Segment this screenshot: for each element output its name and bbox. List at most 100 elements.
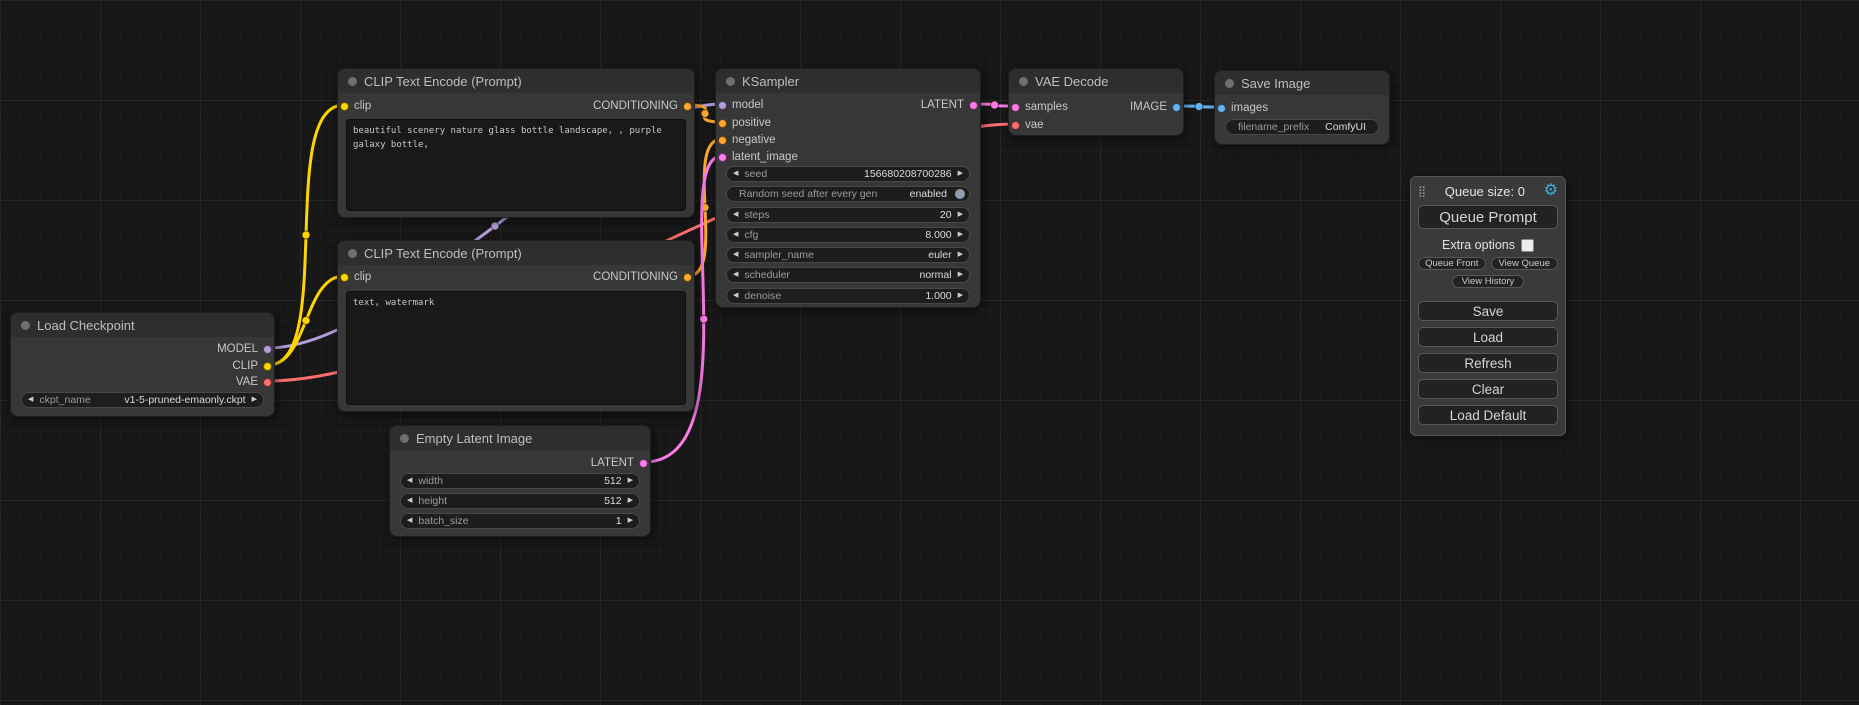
input-port-clip[interactable] [340,273,349,282]
widget-value: 512 [604,495,622,507]
extra-options-checkbox[interactable] [1521,239,1534,252]
input-port-positive[interactable] [718,119,727,128]
input-port-latent_image[interactable] [718,153,727,162]
widget-steps[interactable]: ◀steps20▶ [726,207,970,223]
input-port-label: latent_image [732,149,798,165]
node-title-bar[interactable]: Empty Latent Image [390,426,650,450]
load-default-button[interactable]: Load Default [1418,405,1558,425]
load-button[interactable]: Load [1418,327,1558,347]
output-port-IMAGE[interactable] [1172,103,1181,112]
input-port-model[interactable] [718,101,727,110]
widget-sampler_name[interactable]: ◀sampler_nameeuler▶ [726,247,970,263]
widget-filename_prefix[interactable]: filename_prefixComfyUI [1225,119,1379,135]
queue-panel-header: ⣿ Queue size: 0 ⚙ [1418,181,1558,201]
widget-width[interactable]: ◀width512▶ [400,473,640,489]
node-status-dot-icon [1225,79,1234,88]
input-port-negative[interactable] [718,136,727,145]
widget-decrement-icon[interactable]: ◀ [407,493,412,509]
widget-random-seed-after-every-gen[interactable]: Random seed after every genenabled [726,186,970,202]
node-title-bar[interactable]: Save Image [1215,71,1389,95]
widget-seed[interactable]: ◀seed156680208700286▶ [726,166,970,182]
node-title-bar[interactable]: Load Checkpoint [11,313,274,337]
widget-increment-icon[interactable]: ▶ [958,227,963,243]
node-ksampler[interactable]: KSamplermodelpositivenegativelatent_imag… [715,68,981,308]
output-port-MODEL[interactable] [263,345,272,354]
widget-cfg[interactable]: ◀cfg8.000▶ [726,227,970,243]
widget-label: Random seed after every gen [739,188,877,200]
widget-denoise[interactable]: ◀denoise1.000▶ [726,288,970,304]
input-port-images[interactable] [1217,104,1226,113]
output-port-label: LATENT [921,97,964,113]
settings-gear-icon[interactable]: ⚙ [1544,183,1558,199]
widget-increment-icon[interactable]: ▶ [628,473,633,489]
view-queue-button[interactable]: View Queue [1491,257,1559,270]
node-clip-encode-positive[interactable]: CLIP Text Encode (Prompt)clipCONDITIONIN… [337,68,695,218]
node-title-bar[interactable]: KSampler [716,69,980,93]
widget-ckpt_name[interactable]: ◀ckpt_namev1-5-pruned-emaonly.ckpt▶ [21,392,264,408]
widget-decrement-icon[interactable]: ◀ [407,473,412,489]
node-vae-decode[interactable]: VAE DecodesamplesvaeIMAGE [1008,68,1184,136]
widget-increment-icon[interactable]: ▶ [628,493,633,509]
queue-front-button[interactable]: Queue Front [1418,257,1486,270]
refresh-button[interactable]: Refresh [1418,353,1558,373]
prompt-textarea[interactable]: text, watermark [346,291,686,405]
widget-height[interactable]: ◀height512▶ [400,493,640,509]
widget-label: batch_size [418,515,468,527]
widget-value: 1 [616,515,622,527]
widget-decrement-icon[interactable]: ◀ [733,288,738,304]
widget-increment-icon[interactable]: ▶ [628,513,633,529]
input-port-vae[interactable] [1011,121,1020,130]
widget-increment-icon[interactable]: ▶ [958,207,963,223]
node-clip-encode-negative[interactable]: CLIP Text Encode (Prompt)clipCONDITIONIN… [337,240,695,412]
widget-decrement-icon[interactable]: ◀ [733,227,738,243]
drag-handle-icon[interactable]: ⣿ [1418,185,1426,198]
node-status-dot-icon [348,249,357,258]
node-title-bar[interactable]: CLIP Text Encode (Prompt) [338,69,694,93]
queue-buttons-row: Queue Front View Queue [1418,257,1558,270]
widget-increment-icon[interactable]: ▶ [958,267,963,283]
node-status-dot-icon [1019,77,1028,86]
clear-button[interactable]: Clear [1418,379,1558,399]
widget-label: sampler_name [744,249,813,261]
node-title-bar[interactable]: VAE Decode [1009,69,1183,93]
widget-decrement-icon[interactable]: ◀ [28,392,33,408]
widget-decrement-icon[interactable]: ◀ [407,513,412,529]
output-port-VAE[interactable] [263,378,272,387]
queue-prompt-button[interactable]: Queue Prompt [1418,205,1558,229]
node-empty-latent[interactable]: Empty Latent ImageLATENT◀width512▶◀heigh… [389,425,651,537]
output-port-LATENT[interactable] [639,459,648,468]
prompt-textarea[interactable]: beautiful scenery nature glass bottle la… [346,119,686,211]
output-port-CONDITIONING[interactable] [683,273,692,282]
widget-decrement-icon[interactable]: ◀ [733,247,738,263]
save-button[interactable]: Save [1418,301,1558,321]
widget-scheduler[interactable]: ◀schedulernormal▶ [726,267,970,283]
node-title-bar[interactable]: CLIP Text Encode (Prompt) [338,241,694,265]
node-title-text: Save Image [1241,76,1310,91]
output-port-CLIP[interactable] [263,362,272,371]
input-port-samples[interactable] [1011,103,1020,112]
input-port-clip[interactable] [340,102,349,111]
widget-decrement-icon[interactable]: ◀ [733,207,738,223]
widget-increment-icon[interactable]: ▶ [958,247,963,263]
widget-label: scheduler [744,269,790,281]
widget-value: 512 [604,475,622,487]
view-history-button[interactable]: View History [1452,275,1524,288]
node-title-text: CLIP Text Encode (Prompt) [364,246,522,261]
queue-size-label: Queue size: 0 [1426,184,1544,199]
output-port-LATENT[interactable] [969,101,978,110]
output-port-CONDITIONING[interactable] [683,102,692,111]
widget-decrement-icon[interactable]: ◀ [733,267,738,283]
widget-increment-icon[interactable]: ▶ [958,166,963,182]
widget-increment-icon[interactable]: ▶ [252,392,257,408]
widget-batch_size[interactable]: ◀ batch_size 1 ▶ [400,513,640,529]
node-load-checkpoint[interactable]: Load CheckpointMODELCLIPVAE◀ckpt_namev1-… [10,312,275,417]
node-save-image[interactable]: Save Imageimagesfilename_prefixComfyUI [1214,70,1390,145]
widget-label: steps [744,209,769,221]
widget-increment-icon[interactable]: ▶ [958,288,963,304]
output-port-label: CLIP [232,358,258,374]
toggle-knob-icon[interactable] [955,189,965,199]
output-port-label: LATENT [591,455,634,471]
node-graph-canvas[interactable]: Load CheckpointMODELCLIPVAE◀ckpt_namev1-… [0,0,1859,705]
input-port-label: clip [354,98,371,114]
widget-decrement-icon[interactable]: ◀ [733,166,738,182]
